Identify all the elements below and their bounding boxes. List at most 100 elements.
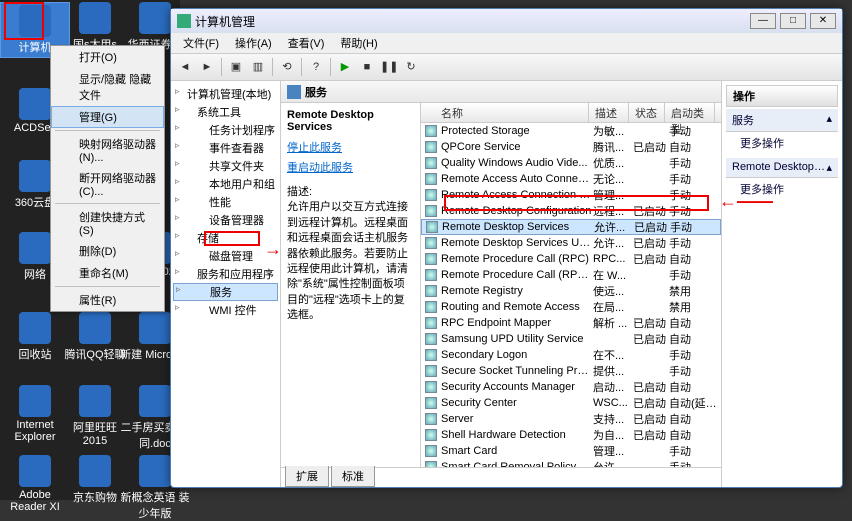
service-row[interactable]: Remote Desktop Services Use...允许...已启动手动 bbox=[421, 235, 721, 251]
help-button[interactable]: ? bbox=[306, 57, 326, 77]
context-menu-item[interactable]: 显示/隐藏 隐藏文件 bbox=[51, 68, 164, 106]
context-menu-item[interactable]: 重命名(M) bbox=[51, 262, 164, 284]
menu-help[interactable]: 帮助(H) bbox=[332, 33, 385, 53]
service-icon bbox=[425, 269, 437, 281]
service-icon bbox=[425, 365, 437, 377]
col-startup[interactable]: 启动类型 bbox=[665, 103, 715, 122]
tree-item[interactable]: 设备管理器 bbox=[173, 211, 278, 229]
tree-item[interactable]: WMI 控件 bbox=[173, 301, 278, 319]
service-row[interactable]: QPCore Service腾讯...已启动自动 bbox=[421, 139, 721, 155]
actions-more-1[interactable]: 更多操作 bbox=[726, 132, 838, 154]
context-menu-item[interactable]: 创建快捷方式(S) bbox=[51, 206, 164, 240]
tree-item[interactable]: 系统工具 bbox=[173, 103, 278, 121]
tree-item[interactable]: 事件查看器 bbox=[173, 139, 278, 157]
service-row[interactable]: Remote Procedure Call (RPC)RPC...已启动自动 bbox=[421, 251, 721, 267]
service-row[interactable]: Server支持...已启动自动 bbox=[421, 411, 721, 427]
stop-button[interactable]: ■ bbox=[357, 57, 377, 77]
service-row[interactable]: Remote Access Auto Connecti...无论...手动 bbox=[421, 171, 721, 187]
highlight-box-computer bbox=[4, 2, 44, 40]
menu-action[interactable]: 操作(A) bbox=[227, 33, 280, 53]
context-menu-item[interactable]: 映射网络驱动器(N)... bbox=[51, 133, 164, 167]
service-row[interactable]: Remote Desktop Services允许...已启动手动 bbox=[421, 219, 721, 235]
actions-section-services[interactable]: 服务▴ bbox=[726, 109, 838, 132]
service-icon bbox=[425, 157, 437, 169]
service-icon bbox=[425, 237, 437, 249]
actions-pane: 操作 服务▴ 更多操作 Remote Desktop Services▴ 更多操… bbox=[722, 81, 842, 487]
close-button[interactable]: ✕ bbox=[810, 13, 836, 29]
tree-item[interactable]: 服务 bbox=[173, 283, 278, 301]
service-row[interactable]: Protected Storage为敏...手动 bbox=[421, 123, 721, 139]
actions-header: 操作 bbox=[726, 85, 838, 107]
context-menu[interactable]: 打开(O)显示/隐藏 隐藏文件管理(G) 映射网络驱动器(N)...断开网络驱动器… bbox=[50, 45, 165, 312]
context-menu-item[interactable]: 断开网络驱动器(C)... bbox=[51, 167, 164, 201]
maximize-button[interactable]: □ bbox=[780, 13, 806, 29]
up-button[interactable]: ▣ bbox=[226, 57, 246, 77]
service-icon bbox=[425, 189, 437, 201]
service-icon bbox=[425, 397, 437, 409]
actions-sec1-label: 服务 bbox=[732, 112, 754, 128]
context-menu-item[interactable]: 删除(D) bbox=[51, 240, 164, 262]
minimize-button[interactable]: — bbox=[750, 13, 776, 29]
tab-extended[interactable]: 扩展 bbox=[285, 466, 329, 487]
play-button[interactable]: ▶ bbox=[335, 57, 355, 77]
desc-header: 描述: bbox=[287, 185, 414, 200]
service-row[interactable]: Security CenterWSC...已启动自动(延迟... bbox=[421, 395, 721, 411]
desc-text: 允许用户以交互方式连接到远程计算机。远程桌面和远程桌面会话主机服务器依赖此服务。… bbox=[287, 200, 414, 323]
toolbar: ◄ ► ▣ ▥ ⟲ ? ▶ ■ ❚❚ ↻ bbox=[171, 53, 842, 81]
services-list[interactable]: 名称 描述 状态 启动类型 Protected Storage为敏...手动QP… bbox=[421, 103, 721, 467]
menubar[interactable]: 文件(F) 操作(A) 查看(V) 帮助(H) bbox=[171, 33, 842, 53]
service-icon bbox=[425, 413, 437, 425]
view-tabs[interactable]: 扩展 标准 bbox=[281, 467, 721, 487]
titlebar[interactable]: 计算机管理 — □ ✕ bbox=[171, 9, 842, 33]
tab-standard[interactable]: 标准 bbox=[331, 466, 375, 487]
tree-item[interactable]: 计算机管理(本地) bbox=[173, 85, 278, 103]
col-status[interactable]: 状态 bbox=[629, 103, 665, 122]
service-row[interactable]: Routing and Remote Access在局...禁用 bbox=[421, 299, 721, 315]
actions-section-selected[interactable]: Remote Desktop Services▴ bbox=[726, 158, 838, 178]
nav-tree[interactable]: → 计算机管理(本地)系统工具任务计划程序事件查看器共享文件夹本地用户和组性能设… bbox=[171, 81, 281, 487]
service-row[interactable]: Smart Card Removal Policy允许...手动 bbox=[421, 459, 721, 467]
service-icon bbox=[425, 381, 437, 393]
actions-sec2-label: Remote Desktop Services bbox=[732, 161, 826, 174]
context-menu-item[interactable]: 管理(G) bbox=[51, 106, 164, 128]
service-icon bbox=[425, 301, 437, 313]
service-row[interactable]: Remote Procedure Call (RPC...在 W...手动 bbox=[421, 267, 721, 283]
col-desc[interactable]: 描述 bbox=[589, 103, 629, 122]
forward-button[interactable]: ► bbox=[197, 57, 217, 77]
highlight-box-service bbox=[444, 195, 709, 211]
service-row[interactable]: RPC Endpoint Mapper解析 ...已启动自动 bbox=[421, 315, 721, 331]
service-row[interactable]: Remote Registry使远...禁用 bbox=[421, 283, 721, 299]
tree-item[interactable]: 磁盘管理 bbox=[173, 247, 278, 265]
restart-button[interactable]: ↻ bbox=[401, 57, 421, 77]
services-header-bar: 服务 bbox=[281, 81, 721, 103]
tree-item[interactable]: 本地用户和组 bbox=[173, 175, 278, 193]
context-menu-item[interactable]: 属性(R) bbox=[51, 289, 164, 311]
tree-item[interactable]: 性能 bbox=[173, 193, 278, 211]
pause-button[interactable]: ❚❚ bbox=[379, 57, 399, 77]
menu-view[interactable]: 查看(V) bbox=[280, 33, 333, 53]
service-row[interactable]: Quality Windows Audio Vide...优质...手动 bbox=[421, 155, 721, 171]
service-row[interactable]: Shell Hardware Detection为自...已启动自动 bbox=[421, 427, 721, 443]
service-row[interactable]: Secondary Logon在不...手动 bbox=[421, 347, 721, 363]
refresh-button[interactable]: ⟲ bbox=[277, 57, 297, 77]
restart-service-link[interactable]: 重启动此服务 bbox=[287, 159, 414, 175]
show-hide-button[interactable]: ▥ bbox=[248, 57, 268, 77]
context-menu-item[interactable]: 打开(O) bbox=[51, 46, 164, 68]
tree-item[interactable]: 服务和应用程序 bbox=[173, 265, 278, 283]
menu-file[interactable]: 文件(F) bbox=[175, 33, 227, 53]
col-name[interactable]: 名称 bbox=[421, 103, 589, 122]
service-row[interactable]: Secure Socket Tunneling Prot...提供...手动 bbox=[421, 363, 721, 379]
service-icon bbox=[425, 141, 437, 153]
app-icon bbox=[177, 14, 191, 28]
list-header[interactable]: 名称 描述 状态 启动类型 bbox=[421, 103, 721, 123]
service-icon bbox=[425, 445, 437, 457]
service-row[interactable]: Samsung UPD Utility Service已启动自动 bbox=[421, 331, 721, 347]
service-row[interactable]: Smart Card管理...手动 bbox=[421, 443, 721, 459]
service-icon bbox=[425, 285, 437, 297]
back-button[interactable]: ◄ bbox=[175, 57, 195, 77]
stop-service-link[interactable]: 停止此服务 bbox=[287, 139, 414, 155]
service-icon bbox=[425, 333, 437, 345]
service-row[interactable]: Security Accounts Manager启动...已启动自动 bbox=[421, 379, 721, 395]
tree-item[interactable]: 任务计划程序 bbox=[173, 121, 278, 139]
tree-item[interactable]: 共享文件夹 bbox=[173, 157, 278, 175]
